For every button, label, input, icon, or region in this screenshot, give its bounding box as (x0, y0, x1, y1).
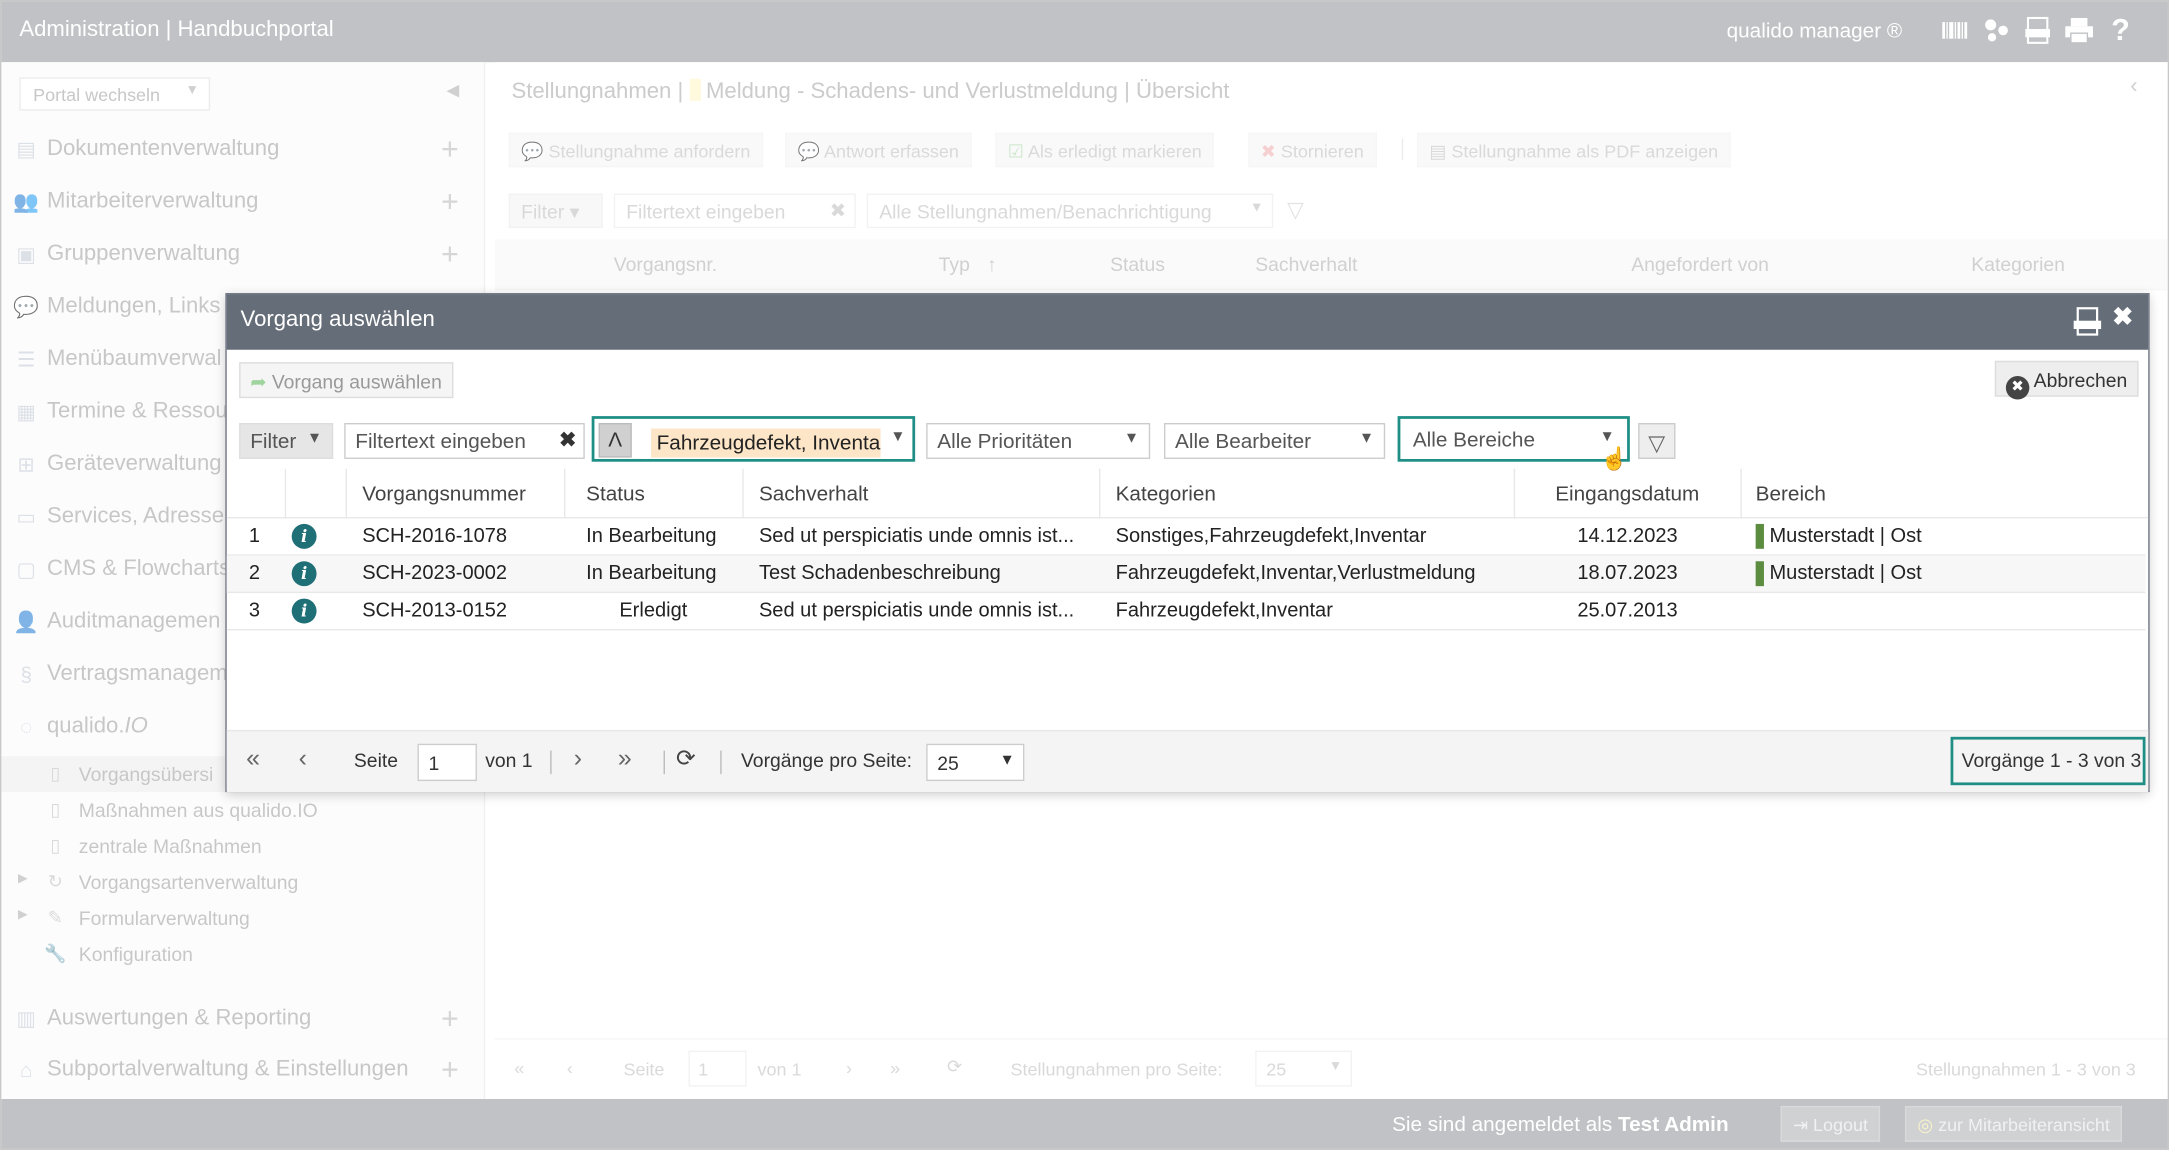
select-process-button[interactable]: ➦ Vorgang auswählen (239, 362, 453, 399)
page-input[interactable]: 1 (417, 743, 477, 782)
table-row[interactable]: 2 i SCH-2023-0002 In Bearbeitung Test Sc… (226, 555, 2146, 594)
col-bereich[interactable]: Bereich (1756, 482, 1826, 506)
share-arrow-icon: ➦ (250, 370, 267, 393)
assignee-filter-select[interactable]: Alle Bearbeiter ▼ (1163, 423, 1386, 459)
table-row[interactable]: 3 i SCH-2013-0152 Erledigt Sed ut perspi… (226, 593, 2146, 631)
priority-filter-select[interactable]: Alle Prioritäten ▼ (926, 423, 1151, 459)
next-page-icon[interactable]: › (574, 744, 582, 773)
info-icon[interactable]: i (291, 561, 317, 587)
dialog-pager: « ‹ Seite 1 von 1 › » ⟳ Vorgänge pro Sei… (226, 729, 2149, 793)
funnel-icon[interactable]: ▽ (1638, 423, 1676, 459)
collapse-up-button[interactable]: Λ (598, 423, 632, 458)
dialog-title: Vorgang auswählen (240, 308, 435, 332)
last-page-icon[interactable]: » (618, 744, 632, 773)
xls-export-icon[interactable] (2073, 307, 2102, 337)
first-page-icon[interactable]: « (246, 744, 260, 773)
refresh-icon[interactable]: ⟳ (676, 745, 696, 773)
clear-icon[interactable]: ✖ (559, 427, 576, 453)
table-row[interactable]: 1 i SCH-2016-1078 In Bearbeitung Sed ut … (226, 518, 2146, 556)
dialog-filter-dropdown[interactable]: Filter ▼ (239, 423, 334, 459)
abbrechen-button[interactable]: ✖ Abbrechen (1994, 360, 2139, 400)
select-process-dialog: Vorgang auswählen ✖ ➦ Vorgang auswählen … (225, 293, 2150, 793)
col-eingangsdatum[interactable]: Eingangsdatum (1555, 482, 1699, 506)
area-color-bar (1755, 561, 1764, 587)
close-icon[interactable]: ✖ (2112, 303, 2133, 332)
info-icon[interactable]: i (291, 523, 317, 549)
prev-page-icon[interactable]: ‹ (299, 744, 307, 773)
col-kategorien[interactable]: Kategorien (1116, 482, 1216, 506)
col-status[interactable]: Status (586, 482, 645, 506)
dialog-pager-summary: Vorgänge 1 - 3 von 3 (1961, 749, 2142, 772)
area-filter-select[interactable]: Alle Bereiche ▼ (1403, 423, 1625, 459)
app-window: Administration | Handbuchportal qualido … (0, 0, 2169, 1150)
dialog-header: Vorgang auswählen ✖ (226, 294, 2149, 350)
per-page-select[interactable]: 25 ▼ (926, 743, 1025, 782)
area-color-bar (1755, 523, 1764, 549)
col-vorgangsnummer[interactable]: Vorgangsnummer (362, 482, 526, 506)
dialog-filter-text-input[interactable]: Filtertext eingeben ✖ (344, 423, 585, 459)
col-sachverhalt[interactable]: Sachverhalt (759, 482, 869, 506)
info-icon[interactable]: i (291, 598, 317, 624)
category-filter-select[interactable]: Fahrzeugdefekt, Inventa ▼ (641, 423, 912, 459)
cancel-circle-icon: ✖ (2005, 376, 2030, 400)
